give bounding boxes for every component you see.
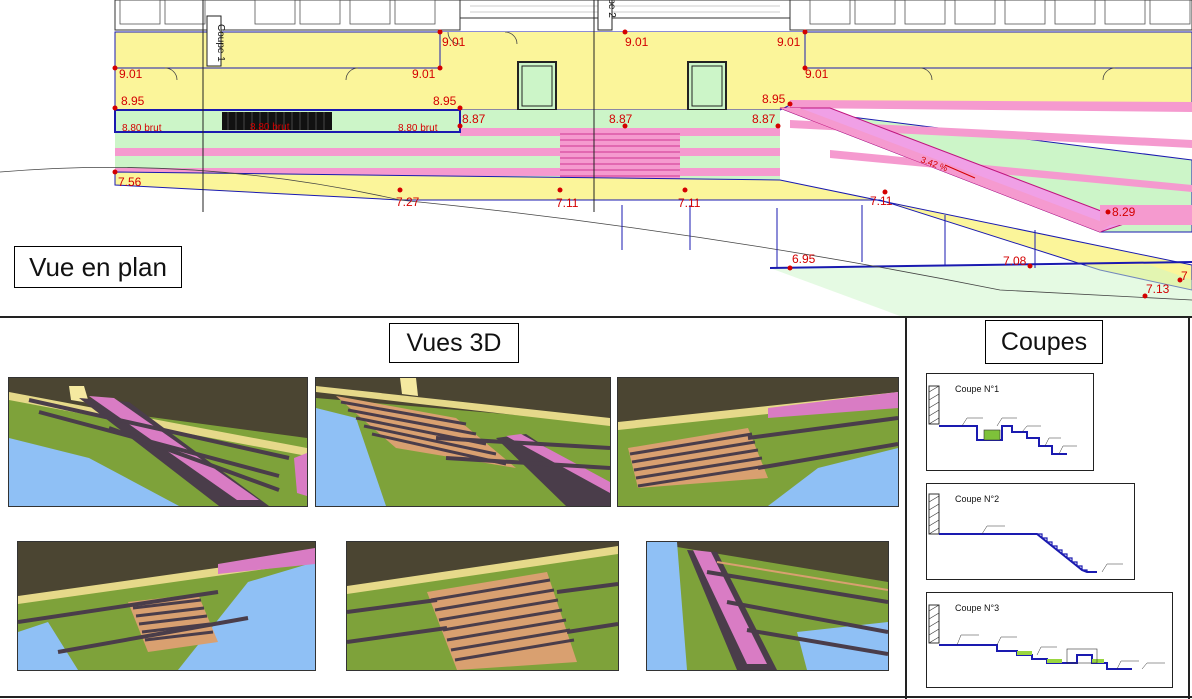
elevation: 7 (1181, 269, 1188, 283)
entrance-zone (440, 32, 805, 68)
sections-title: Coupes (985, 320, 1103, 364)
section-mark-1-label: Coupe 1 (215, 24, 226, 62)
elevation: 9.01 (805, 67, 829, 81)
section-3: Coupe N°3 (926, 592, 1173, 688)
elevation: 7.08 (1003, 254, 1027, 268)
elevation: 8.29 (1112, 205, 1136, 219)
render-3d-1 (8, 377, 308, 507)
frame-right (1188, 316, 1190, 699)
elevation: 8.95 (433, 94, 457, 108)
lawn (770, 265, 1192, 316)
section-mark-2-label: Coupe 2 (606, 0, 617, 18)
views-3d-title: Vues 3D (389, 323, 519, 363)
planter-left (517, 61, 557, 111)
elevation: 7.27 (396, 195, 420, 209)
elevation: 8.80 brut (250, 122, 290, 133)
planter-right (687, 61, 727, 111)
elevation: 9.01 (119, 67, 143, 81)
elevation: 9.01 (625, 35, 649, 49)
elevation: 8.87 (609, 112, 633, 126)
elevation: 9.01 (412, 67, 436, 81)
elevation: 8.80 brut (122, 123, 162, 134)
elevation: 7.11 (556, 196, 579, 210)
building-facade (114, 0, 1192, 31)
frame-divider-horizontal (0, 316, 1192, 318)
elevation: 8.87 (752, 112, 776, 126)
frame-divider-vertical (905, 316, 907, 699)
section-mark-2: Coupe 2 (597, 0, 617, 31)
elevation: 6.95 (792, 252, 816, 266)
render-3d-3 (617, 377, 899, 507)
elevation: 7.56 (118, 175, 142, 189)
render-3d-6 (646, 541, 889, 671)
plan-title: Vue en plan (14, 246, 182, 288)
elevation: 8.80 brut (398, 123, 438, 134)
render-3d-5 (346, 541, 619, 671)
elevation: 8.87 (462, 112, 486, 126)
section-1: Coupe N°1 (926, 373, 1094, 471)
elevation: 9.01 (442, 35, 466, 49)
frame-bottom (0, 696, 1192, 698)
render-3d-4 (17, 541, 316, 671)
section-2: Coupe N°2 (926, 483, 1135, 580)
elevation: 9.01 (777, 35, 801, 49)
elevation: 7.13 (1146, 282, 1170, 296)
section-mark-1: Coupe 1 (206, 15, 226, 67)
elevation: 8.95 (762, 92, 786, 106)
elevation: 7.11 (870, 194, 893, 208)
render-3d-2 (315, 377, 611, 507)
drawing-sheet: Coupe 1 Coupe 2 9.01 9.01 9.01 9.01 9.01… (0, 0, 1192, 699)
elevation: 8.95 (121, 94, 145, 108)
elevation: 7.11 (678, 196, 701, 210)
